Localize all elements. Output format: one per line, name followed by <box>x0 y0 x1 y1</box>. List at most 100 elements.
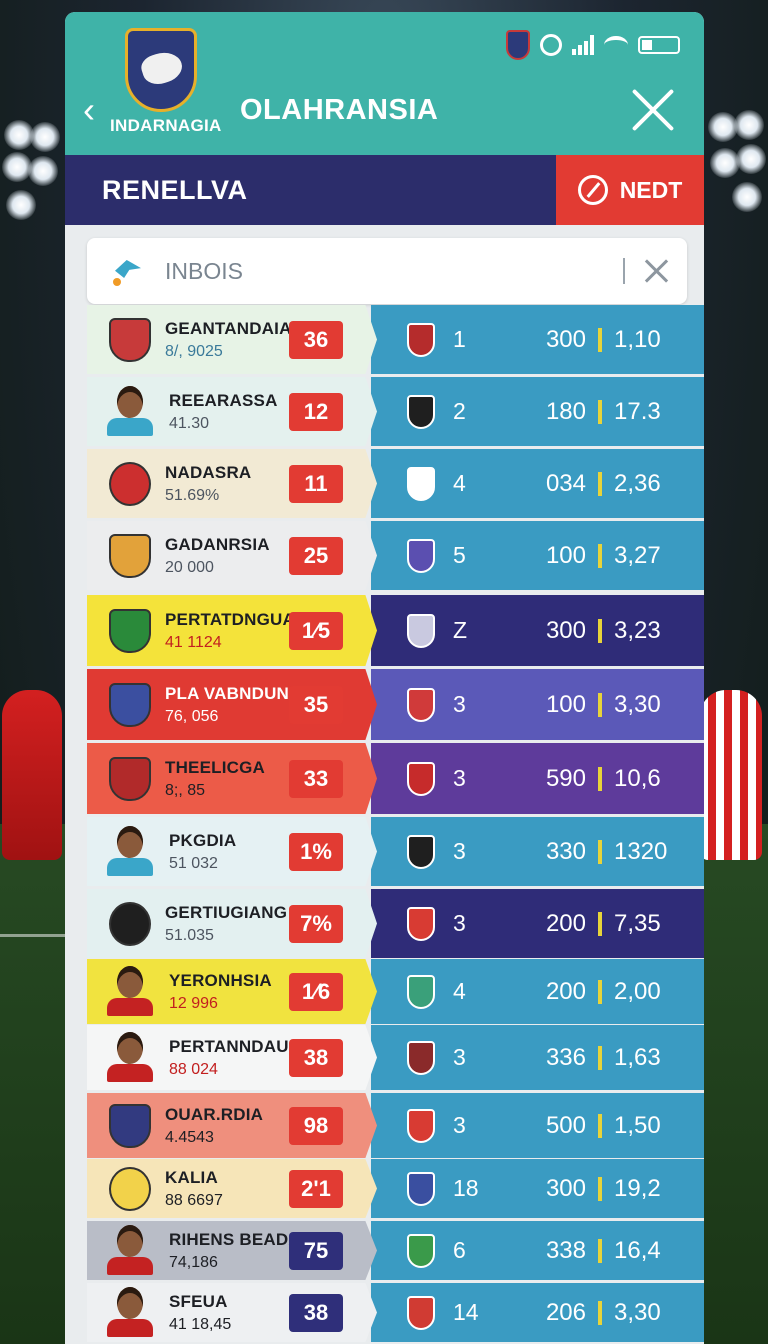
next-icon <box>577 175 608 205</box>
ratio-value: 2,00 <box>614 977 661 1005</box>
team-name: OUAR.RDIA <box>165 1104 264 1124</box>
search-input[interactable] <box>165 257 623 285</box>
points-value: 200 <box>545 909 586 937</box>
position-value: 2 <box>453 398 466 424</box>
team-text: THEELICGA 8;, 85 <box>165 758 305 800</box>
team-stat: 20 000 <box>165 558 214 576</box>
table-row[interactable]: GADANRSIA 20 000 25 5 100 3,27 <box>87 521 704 590</box>
opponent-crest-icon <box>407 394 435 429</box>
next-button[interactable]: NEDT <box>556 155 704 225</box>
team-name: PLA VABNDUN <box>165 683 290 703</box>
ratio-value: 16,4 <box>614 1236 661 1264</box>
team-text: YERONHSIA 12 996 <box>169 971 309 1013</box>
team-name: SFEUA <box>169 1291 228 1311</box>
team-cell: GEANTANDAIA 8/, 9025 36 <box>87 305 377 374</box>
score-badge: 36 <box>289 320 343 359</box>
points-value: 330 <box>545 837 586 865</box>
ratio-value: 3,30 <box>614 1298 661 1326</box>
table-row[interactable]: NADASRA 51.69% 11 4 034 2,36 <box>87 449 704 518</box>
team-stat: 76, 056 <box>165 707 219 725</box>
score-badge: 35 <box>289 685 343 724</box>
team-text: PLA VABNDUN 76, 056 <box>165 684 305 726</box>
separator-bar <box>598 543 602 568</box>
stats-cell: Z 300 3,23 <box>371 595 704 666</box>
table-row[interactable]: PLA VABNDUN 76, 056 35 3 100 3,30 <box>87 669 704 740</box>
team-name: PERTATDNGUA <box>165 609 296 629</box>
brand-subtitle: INDARNAGIA <box>110 116 222 135</box>
position-value: 3 <box>453 691 466 717</box>
table-row[interactable]: PERTATDNGUA 41 1124 1⁄5 Z 300 3,23 <box>87 595 704 666</box>
team-crest-icon <box>109 608 151 653</box>
table-row[interactable]: THEELICGA 8;, 85 33 3 590 10,6 <box>87 743 704 814</box>
tools-icon[interactable] <box>630 86 676 132</box>
points-value: 500 <box>545 1111 586 1139</box>
points-value: 034 <box>545 469 586 497</box>
table-row[interactable]: GERTIUGIANG 51.035 7% 3 200 7,35 <box>87 889 704 958</box>
points-value: 590 <box>545 764 586 792</box>
separator-bar <box>598 1045 602 1070</box>
team-name: RIHENS BEADA <box>169 1229 301 1249</box>
wifi-icon <box>604 36 628 54</box>
ratio-value: 1,50 <box>614 1111 661 1139</box>
team-crest-icon <box>109 317 151 362</box>
section-title: RENELLVA <box>102 175 248 205</box>
table-row[interactable]: RIHENS BEADA 74,186 75 6 338 16,4 <box>87 1221 704 1280</box>
player-avatar <box>105 1224 155 1277</box>
separator-bar <box>598 766 602 791</box>
stats-cell: 3 100 3,30 <box>371 669 704 740</box>
team-name: REEARASSA <box>169 390 278 410</box>
table-row[interactable]: KALIA 88 6697 2'1 18 300 19,2 <box>87 1159 704 1218</box>
opponent-crest-icon <box>407 1295 435 1330</box>
team-text: GADANRSIA 20 000 <box>165 535 305 577</box>
points-value: 300 <box>545 325 586 353</box>
opponent-crest-icon <box>407 322 435 357</box>
team-crest-icon <box>109 756 151 801</box>
position-value: 3 <box>453 1112 466 1138</box>
team-name: NADASRA <box>165 462 252 482</box>
stats-cell: 14 206 3,30 <box>371 1283 704 1342</box>
score-badge: 25 <box>289 536 343 575</box>
points-value: 338 <box>545 1236 586 1264</box>
team-text: PERTANNDAUK 88 024 <box>169 1037 309 1079</box>
position-value: 3 <box>453 1044 466 1070</box>
points-value: 336 <box>545 1043 586 1071</box>
team-cell: GADANRSIA 20 000 25 <box>87 521 377 590</box>
player-avatar <box>105 385 155 438</box>
stats-cell: 3 500 1,50 <box>371 1093 704 1158</box>
table-row[interactable]: GEANTANDAIA 8/, 9025 36 1 300 1,10 <box>87 305 704 374</box>
team-stat: 8/, 9025 <box>165 342 223 360</box>
player-avatar <box>105 825 155 878</box>
team-text: PERTATDNGUA 41 1124 <box>165 610 305 652</box>
score-badge: 1% <box>289 832 343 871</box>
team-cell: NADASRA 51.69% 11 <box>87 449 377 518</box>
clear-icon[interactable] <box>643 258 669 284</box>
table-row[interactable]: REEARASSA 41.30 12 2 180 17.3 <box>87 377 704 446</box>
team-text: NADASRA 51.69% <box>165 463 305 505</box>
ratio-value: 2,36 <box>614 469 661 497</box>
table-row[interactable]: YERONHSIA 12 996 1⁄6 4 200 2,00 <box>87 959 704 1024</box>
separator-bar <box>598 399 602 424</box>
stats-cell: 1 300 1,10 <box>371 305 704 374</box>
position-value: 4 <box>453 978 466 1004</box>
ratio-value: 7,35 <box>614 909 661 937</box>
points-value: 100 <box>545 690 586 718</box>
player-avatar <box>105 965 155 1018</box>
stats-cell: 3 336 1,63 <box>371 1025 704 1090</box>
team-cell: PERTANNDAUK 88 024 38 <box>87 1025 377 1090</box>
table-row[interactable]: OUAR.RDIA 4.4543 98 3 500 1,50 <box>87 1093 704 1158</box>
team-name: KALIA <box>165 1167 218 1187</box>
back-arrow-icon[interactable]: ‹ <box>83 90 109 130</box>
team-text: GERTIUGIANG 51.035 <box>165 903 305 945</box>
score-badge: 7% <box>289 904 343 943</box>
score-badge: 33 <box>289 759 343 798</box>
opponent-crest-icon <box>407 466 435 501</box>
table-row[interactable]: PKGDIA 51 032 1% 3 330 1320 <box>87 817 704 886</box>
points-value: 180 <box>545 397 586 425</box>
header-bar: ‹ INDARNAGIA OLAHRANSIA <box>65 12 704 155</box>
score-badge: 11 <box>289 464 343 503</box>
table-row[interactable]: PERTANNDAUK 88 024 38 3 336 1,63 <box>87 1025 704 1090</box>
position-value: 3 <box>453 910 466 936</box>
points-value: 206 <box>545 1298 586 1326</box>
table-row[interactable]: SFEUA 41 18,45 38 14 206 3,30 <box>87 1283 704 1342</box>
app-window: ‹ INDARNAGIA OLAHRANSIA RENELLVA NEDT GE… <box>65 12 704 1344</box>
